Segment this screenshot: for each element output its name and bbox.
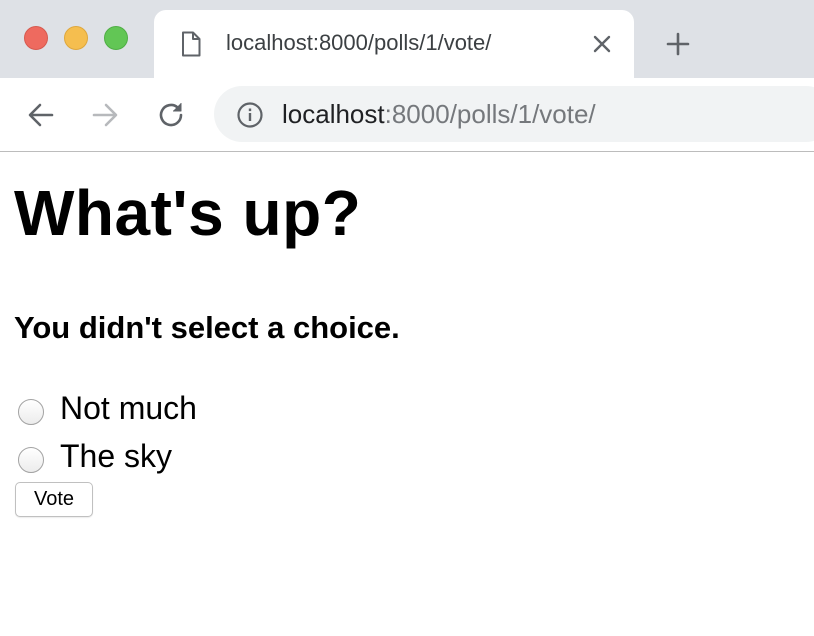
page-icon xyxy=(180,31,202,62)
error-message: You didn't select a choice. xyxy=(14,310,400,345)
url-path: :8000/polls/1/vote/ xyxy=(384,99,596,129)
vote-button[interactable]: Vote xyxy=(15,482,93,517)
reload-icon[interactable] xyxy=(156,100,186,130)
arrow-left-icon[interactable] xyxy=(26,100,56,130)
zoom-window-button[interactable] xyxy=(104,26,128,50)
page-content: What's up? You didn't select a choice. N… xyxy=(0,152,814,636)
info-icon[interactable] xyxy=(236,101,264,134)
browser-toolbar: localhost:8000/polls/1/vote/ xyxy=(0,78,814,152)
address-url[interactable]: localhost:8000/polls/1/vote/ xyxy=(282,99,596,130)
page-title: What's up? xyxy=(14,177,362,249)
tab-strip: localhost:8000/polls/1/vote/ xyxy=(0,0,814,78)
plus-icon[interactable] xyxy=(666,32,690,61)
browser-tab-active[interactable]: localhost:8000/polls/1/vote/ xyxy=(154,10,634,78)
url-host: localhost xyxy=(282,99,385,129)
radio-button[interactable] xyxy=(18,399,44,425)
arrow-right-icon[interactable] xyxy=(90,100,120,130)
close-window-button[interactable] xyxy=(24,26,48,50)
address-bar[interactable]: localhost:8000/polls/1/vote/ xyxy=(214,86,814,142)
close-icon[interactable] xyxy=(592,34,612,59)
browser-window: localhost:8000/polls/1/vote/ localhost:8… xyxy=(0,0,814,636)
choice-label[interactable]: The sky xyxy=(60,438,172,475)
minimize-window-button[interactable] xyxy=(64,26,88,50)
radio-button[interactable] xyxy=(18,447,44,473)
choice-label[interactable]: Not much xyxy=(60,390,197,427)
tab-title: localhost:8000/polls/1/vote/ xyxy=(226,30,492,55)
